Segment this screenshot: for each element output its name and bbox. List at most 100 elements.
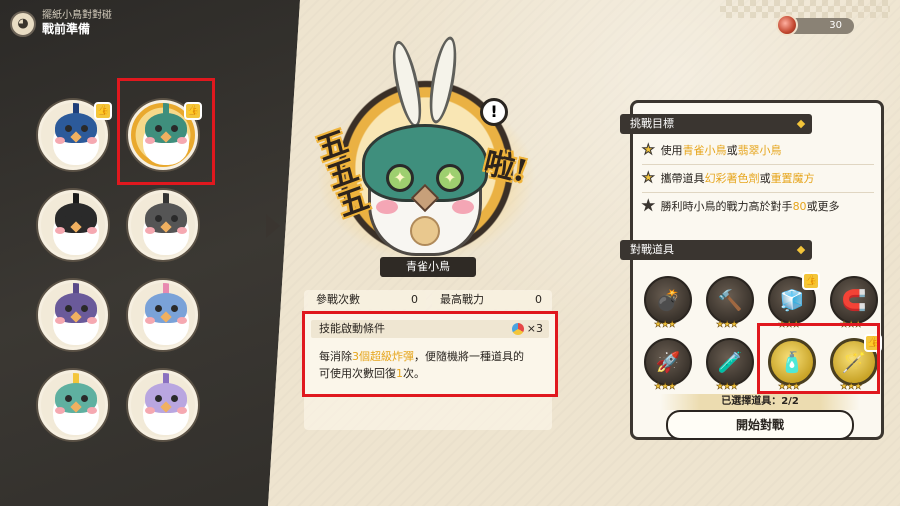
battles-stat: 參戰次數 0 <box>308 291 426 309</box>
goal-text: 或 <box>759 172 771 185</box>
hero-name: 青雀小鳥 <box>380 257 476 277</box>
items-title: 對戰道具 <box>630 243 674 256</box>
selected-bird-highlight <box>117 78 215 185</box>
page-title: 戰前準備 <box>42 22 91 36</box>
goal-text: 攜帶道具 <box>660 172 705 185</box>
hero-eye-right: ✦ <box>436 164 464 192</box>
item-stars: ★★★ <box>654 382 677 393</box>
bird-cheek <box>87 137 97 144</box>
bird-eye <box>65 305 72 312</box>
bird-eye <box>81 125 88 132</box>
item-stars: ★★★ <box>654 320 677 331</box>
bird-cheek <box>145 227 155 234</box>
item-icon: 🧲 <box>841 288 867 312</box>
chosen-items-count: 已選擇道具：2/2 <box>660 394 860 410</box>
bird-slot[interactable] <box>128 190 198 260</box>
skill-cost-value: ×3 <box>526 322 543 335</box>
goal-highlight: 幻彩著色劑 <box>704 172 760 185</box>
hero-emblem <box>410 216 440 246</box>
skill-description: 每消除3個超級炸彈，便隨機將一種道具的 可使用次數回復1次。 <box>319 348 551 382</box>
bird-cheek <box>87 317 97 324</box>
items-title-bar: 對戰道具 <box>620 240 812 260</box>
item-slot[interactable]: 💣 <box>644 276 692 324</box>
bird-eye <box>65 215 72 222</box>
bird-eye <box>81 215 88 222</box>
item-icon: 🧊 <box>779 288 805 312</box>
item-slot[interactable]: 🚀 <box>644 338 692 386</box>
bird-eye <box>155 395 162 402</box>
hero-cheek-right <box>452 200 474 214</box>
goal-3: ★ 勝利時小鳥的戰力高於對手80或更多 <box>642 198 840 215</box>
item-icon: 🚀 <box>655 350 681 374</box>
bird-slot[interactable] <box>38 370 108 440</box>
diamond-icon <box>796 245 806 255</box>
power-value: 0 <box>535 293 542 306</box>
checker-decoration <box>720 0 890 18</box>
skill-condition-box: 技能啟動條件 ×3 每消除3個超級炸彈，便隨機將一種道具的 可使用次數回復1次。 <box>302 311 558 397</box>
bird-eye <box>171 215 178 222</box>
goal-text: 使用 <box>660 144 683 157</box>
bird-slot[interactable] <box>38 190 108 260</box>
bird-eye <box>65 125 72 132</box>
item-slot[interactable]: 🔨 <box>706 276 754 324</box>
gem-icon <box>776 14 798 36</box>
goals-title-bar: 挑戰目標 <box>620 114 812 134</box>
item-slot[interactable]: 🧪 <box>706 338 754 386</box>
power-label: 最高戰力 <box>440 293 484 306</box>
goal-highlight: 重置魔方 <box>770 172 815 185</box>
bird-slot[interactable] <box>128 280 198 350</box>
goal-text: 勝利時小鳥的戰力高於對手 <box>660 200 793 213</box>
star-outline-icon: ★ <box>642 198 656 215</box>
goal-text: 或更多 <box>806 200 840 213</box>
goal-highlight: 翡翠小鳥 <box>737 144 782 157</box>
skill-text-part: 可使用次數回復 <box>319 367 396 380</box>
skill-header: 技能啟動條件 ×3 <box>311 320 549 338</box>
info-exclaim-icon[interactable]: ! <box>480 98 508 126</box>
star-icon: ★ <box>642 170 656 187</box>
goal-text: 或 <box>726 144 738 157</box>
bird-eye <box>171 395 178 402</box>
item-stars: ★★★ <box>716 320 739 331</box>
game-subtitle: 擺紙小鳥對對碰 <box>42 10 112 21</box>
currency-counter[interactable]: 30 <box>776 14 854 36</box>
item-icon: 🧪 <box>717 350 743 374</box>
bird-cheek <box>87 407 97 414</box>
selected-items-highlight <box>757 323 880 394</box>
bird-eye <box>155 215 162 222</box>
bird-cheek <box>55 137 65 144</box>
bird-eye <box>171 305 178 312</box>
item-icon: 💣 <box>655 288 681 312</box>
skill-title: 技能啟動條件 <box>319 322 385 335</box>
skill-cost: ×3 <box>511 320 543 338</box>
bird-cheek <box>177 317 187 324</box>
bird-slot[interactable] <box>38 280 108 350</box>
header: ◕ 擺紙小鳥對對碰 戰前準備 <box>10 10 112 37</box>
goal-highlight: 青雀小鳥 <box>682 144 727 157</box>
bird-cheek <box>145 407 155 414</box>
item-slot[interactable]: 🧲 <box>830 276 878 324</box>
divider <box>642 192 874 193</box>
bird-eye <box>155 305 162 312</box>
arrow-right-icon <box>266 214 280 238</box>
start-battle-button[interactable]: 開始對戰 <box>666 410 854 440</box>
bird-cheek <box>145 317 155 324</box>
item-icon: 🔨 <box>717 288 743 312</box>
hero-eye-left: ✦ <box>386 164 414 192</box>
goal-2: ★ 攜帶道具幻彩著色劑或重置魔方 <box>642 170 815 187</box>
thumbs-up-icon: 👍 <box>802 272 820 290</box>
tricolor-bomb-icon <box>511 323 524 335</box>
bird-eye <box>65 395 72 402</box>
battles-label: 參戰次數 <box>316 293 360 306</box>
goals-title: 挑戰目標 <box>630 117 674 130</box>
bird-eye <box>81 305 88 312</box>
bird-cheek <box>177 407 187 414</box>
bird-cheek <box>87 227 97 234</box>
game-logo-icon[interactable]: ◕ <box>10 10 36 37</box>
skill-text-part: ，便隨機將一種道具的 <box>414 350 524 363</box>
bird-cheek <box>177 227 187 234</box>
bird-cheek <box>55 317 65 324</box>
bird-eye <box>81 395 88 402</box>
bird-slot[interactable] <box>128 370 198 440</box>
goal-1: ★ 使用青雀小鳥或翡翠小鳥 <box>642 142 782 159</box>
diamond-icon <box>796 119 806 129</box>
